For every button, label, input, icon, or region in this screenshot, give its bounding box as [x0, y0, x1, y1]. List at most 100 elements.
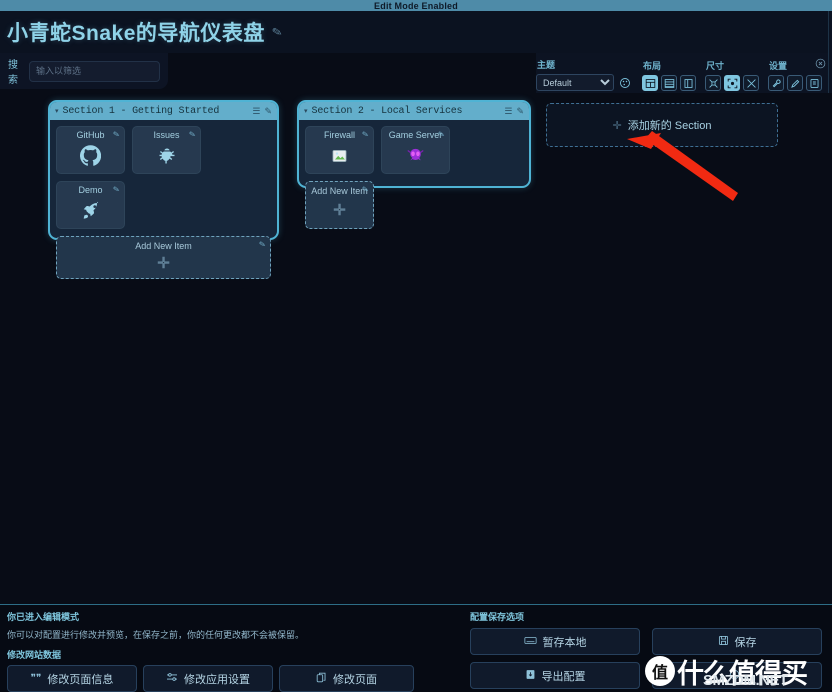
pencil-icon[interactable] [787, 75, 803, 91]
copy-icon [316, 672, 327, 686]
export-config-label: 导出配置 [541, 670, 586, 683]
toolbar-group-size-label: 尺寸 [706, 61, 725, 71]
tile-github[interactable]: GitHub ✎ [56, 126, 125, 174]
section-2-body: Firewall ✎ Game Server ✎ Add New Item ✎ … [299, 120, 529, 235]
edit-pages-label: 修改页面 [333, 673, 377, 686]
add-new-item-label: Add New Item [135, 241, 192, 251]
layout-columns-icon[interactable] [680, 75, 696, 91]
toolbar-group-layout-label: 布局 [643, 61, 662, 71]
clock-icon [729, 669, 740, 683]
add-new-item-label: Add New Item [311, 186, 368, 196]
plus-icon: ✛ [612, 119, 622, 132]
section-2-items: Firewall ✎ Game Server ✎ Add New Item ✎ … [305, 126, 523, 229]
toolbar-group-theme: 主题 Default [536, 58, 633, 91]
edit-page-info-label: 修改页面信息 [47, 673, 114, 686]
edit-toolbar: 主题 Default 布局 尺寸 设置 ≣ [536, 53, 828, 93]
pencil-icon[interactable]: ✎ [361, 129, 369, 139]
github-icon [80, 145, 101, 166]
section-1: ▾ Section 1 - Getting Started ☰ ✎ GitHub… [48, 100, 279, 279]
edit-app-settings-button[interactable]: 修改应用设置 [143, 665, 273, 692]
pencil-icon[interactable]: ✎ [112, 184, 120, 194]
edit-mode-banner: Edit Mode Enabled [0, 0, 832, 11]
pencil-icon[interactable]: ✎ [264, 106, 272, 117]
section-2-header[interactable]: ▾ Section 2 - Local Services ☰ ✎ [299, 102, 529, 120]
save-options-title: 配置保存选项 [470, 612, 525, 622]
edit-app-settings-label: 修改应用设置 [184, 673, 250, 686]
add-new-section-button[interactable]: ✛ 添加新的 Section [546, 103, 778, 147]
search-input[interactable] [29, 60, 160, 82]
save-icon [718, 635, 729, 649]
tile-label: Issues [153, 130, 180, 140]
download-icon [525, 669, 536, 683]
wrench-icon[interactable] [768, 75, 784, 91]
page-header: 小青蛇Snake的导航仪表盘 ✎ [0, 11, 832, 53]
plus-icon: ✛ [157, 254, 170, 272]
dashboard-app: Edit Mode Enabled 小青蛇Snake的导航仪表盘 ✎ 搜索 主题… [0, 0, 832, 692]
chevron-down-icon[interactable]: ▾ [55, 107, 59, 115]
toolbar-group-settings: 设置 ≣ [768, 59, 822, 91]
edit-page-info-button[interactable]: ❞❞ 修改页面信息 [7, 665, 137, 692]
footer-left-panel: 你已进入编辑模式 你可以对配置进行修改并预览，在保存之前，你的任何更改都不会被保… [7, 610, 427, 692]
save-local-button[interactable]: 暂存本地 [470, 628, 640, 655]
chevron-down-icon[interactable]: ▾ [304, 107, 308, 115]
tile-label: Demo [78, 185, 103, 195]
layout-grid-icon[interactable] [642, 75, 658, 91]
save-local-label: 暂存本地 [542, 636, 587, 649]
edit-mode-description: 你可以对配置进行修改并预览，在保存之前，你的任何更改都不会被保留。 [7, 630, 305, 640]
palette-icon[interactable] [617, 75, 633, 91]
section-2-title: Section 2 - Local Services [311, 105, 463, 117]
pencil-icon[interactable]: ✎ [271, 24, 284, 40]
config-icon[interactable]: ≣ [806, 75, 822, 91]
footer-right-panel: 配置保存选项 暂存本地 保存 导出配置 [470, 610, 825, 689]
rocket-icon [81, 201, 101, 221]
add-new-section-label: 添加新的 Section [627, 120, 712, 132]
edit-mode-banner-text: Edit Mode Enabled [374, 0, 458, 11]
save-button[interactable]: 保存 [652, 628, 822, 655]
toolbar-group-theme-label: 主题 [537, 60, 556, 70]
search-label: 搜索 [8, 60, 18, 86]
pencil-icon[interactable]: ✎ [361, 184, 369, 194]
list-icon[interactable]: ☰ [252, 106, 260, 117]
layout-list-icon[interactable] [661, 75, 677, 91]
size-medium-icon[interactable] [724, 75, 740, 91]
theme-select[interactable]: Default [536, 74, 614, 91]
site-data-subtitle: 修改网站数据 [7, 650, 62, 660]
section-1-body: GitHub ✎ Issues ✎ Demo ✎ Add New Item ✎ … [50, 120, 277, 285]
pencil-icon[interactable]: ✎ [112, 129, 120, 139]
section-1-header[interactable]: ▾ Section 1 - Getting Started ☰ ✎ [50, 102, 277, 120]
toolbar-group-settings-label: 设置 [769, 61, 788, 71]
pencil-icon[interactable]: ✎ [516, 106, 524, 117]
pencil-icon[interactable]: ✎ [188, 129, 196, 139]
size-small-icon[interactable] [705, 75, 721, 91]
close-circle-icon[interactable] [815, 56, 826, 69]
save-options-buttons: 暂存本地 保存 导出配置 [470, 628, 825, 689]
alien-icon [406, 147, 425, 164]
add-new-item-section-2[interactable]: Add New Item ✎ ✛ [305, 181, 374, 229]
site-data-buttons: ❞❞ 修改页面信息 修改应用设置 修改页面 [7, 665, 427, 692]
bug-icon [157, 146, 177, 166]
tile-issues[interactable]: Issues ✎ [132, 126, 201, 174]
keyboard-icon [523, 636, 537, 648]
toolbar-group-size: 尺寸 [705, 59, 759, 91]
tile-game-server[interactable]: Game Server ✎ [381, 126, 450, 174]
search-bar: 搜索 [0, 53, 168, 89]
tile-demo[interactable]: Demo ✎ [56, 181, 125, 229]
edit-pages-button[interactable]: 修改页面 [279, 665, 414, 692]
list-icon[interactable]: ☰ [504, 106, 512, 117]
image-icon [332, 149, 348, 163]
export-config-button[interactable]: 导出配置 [470, 662, 640, 689]
tile-label: Game Server [388, 130, 443, 140]
pencil-icon[interactable]: ✎ [258, 239, 266, 249]
section-1-items: GitHub ✎ Issues ✎ Demo ✎ [56, 126, 271, 229]
footer: 你已进入编辑模式 你可以对配置进行修改并预览，在保存之前，你的任何更改都不会被保… [0, 605, 832, 692]
add-new-item-section-1[interactable]: Add New Item ✎ ✛ [56, 236, 271, 279]
size-large-icon[interactable] [743, 75, 759, 91]
section-1-title: Section 1 - Getting Started [62, 105, 220, 117]
pencil-icon[interactable]: ✎ [437, 129, 445, 139]
history-button[interactable] [652, 662, 822, 689]
tile-label: GitHub [76, 130, 105, 140]
section-2: ▾ Section 2 - Local Services ☰ ✎ Firewal… [297, 100, 531, 229]
plus-icon: ✛ [333, 202, 346, 219]
edit-mode-title: 你已进入编辑模式 [7, 612, 80, 622]
tile-firewall[interactable]: Firewall ✎ [305, 126, 374, 174]
